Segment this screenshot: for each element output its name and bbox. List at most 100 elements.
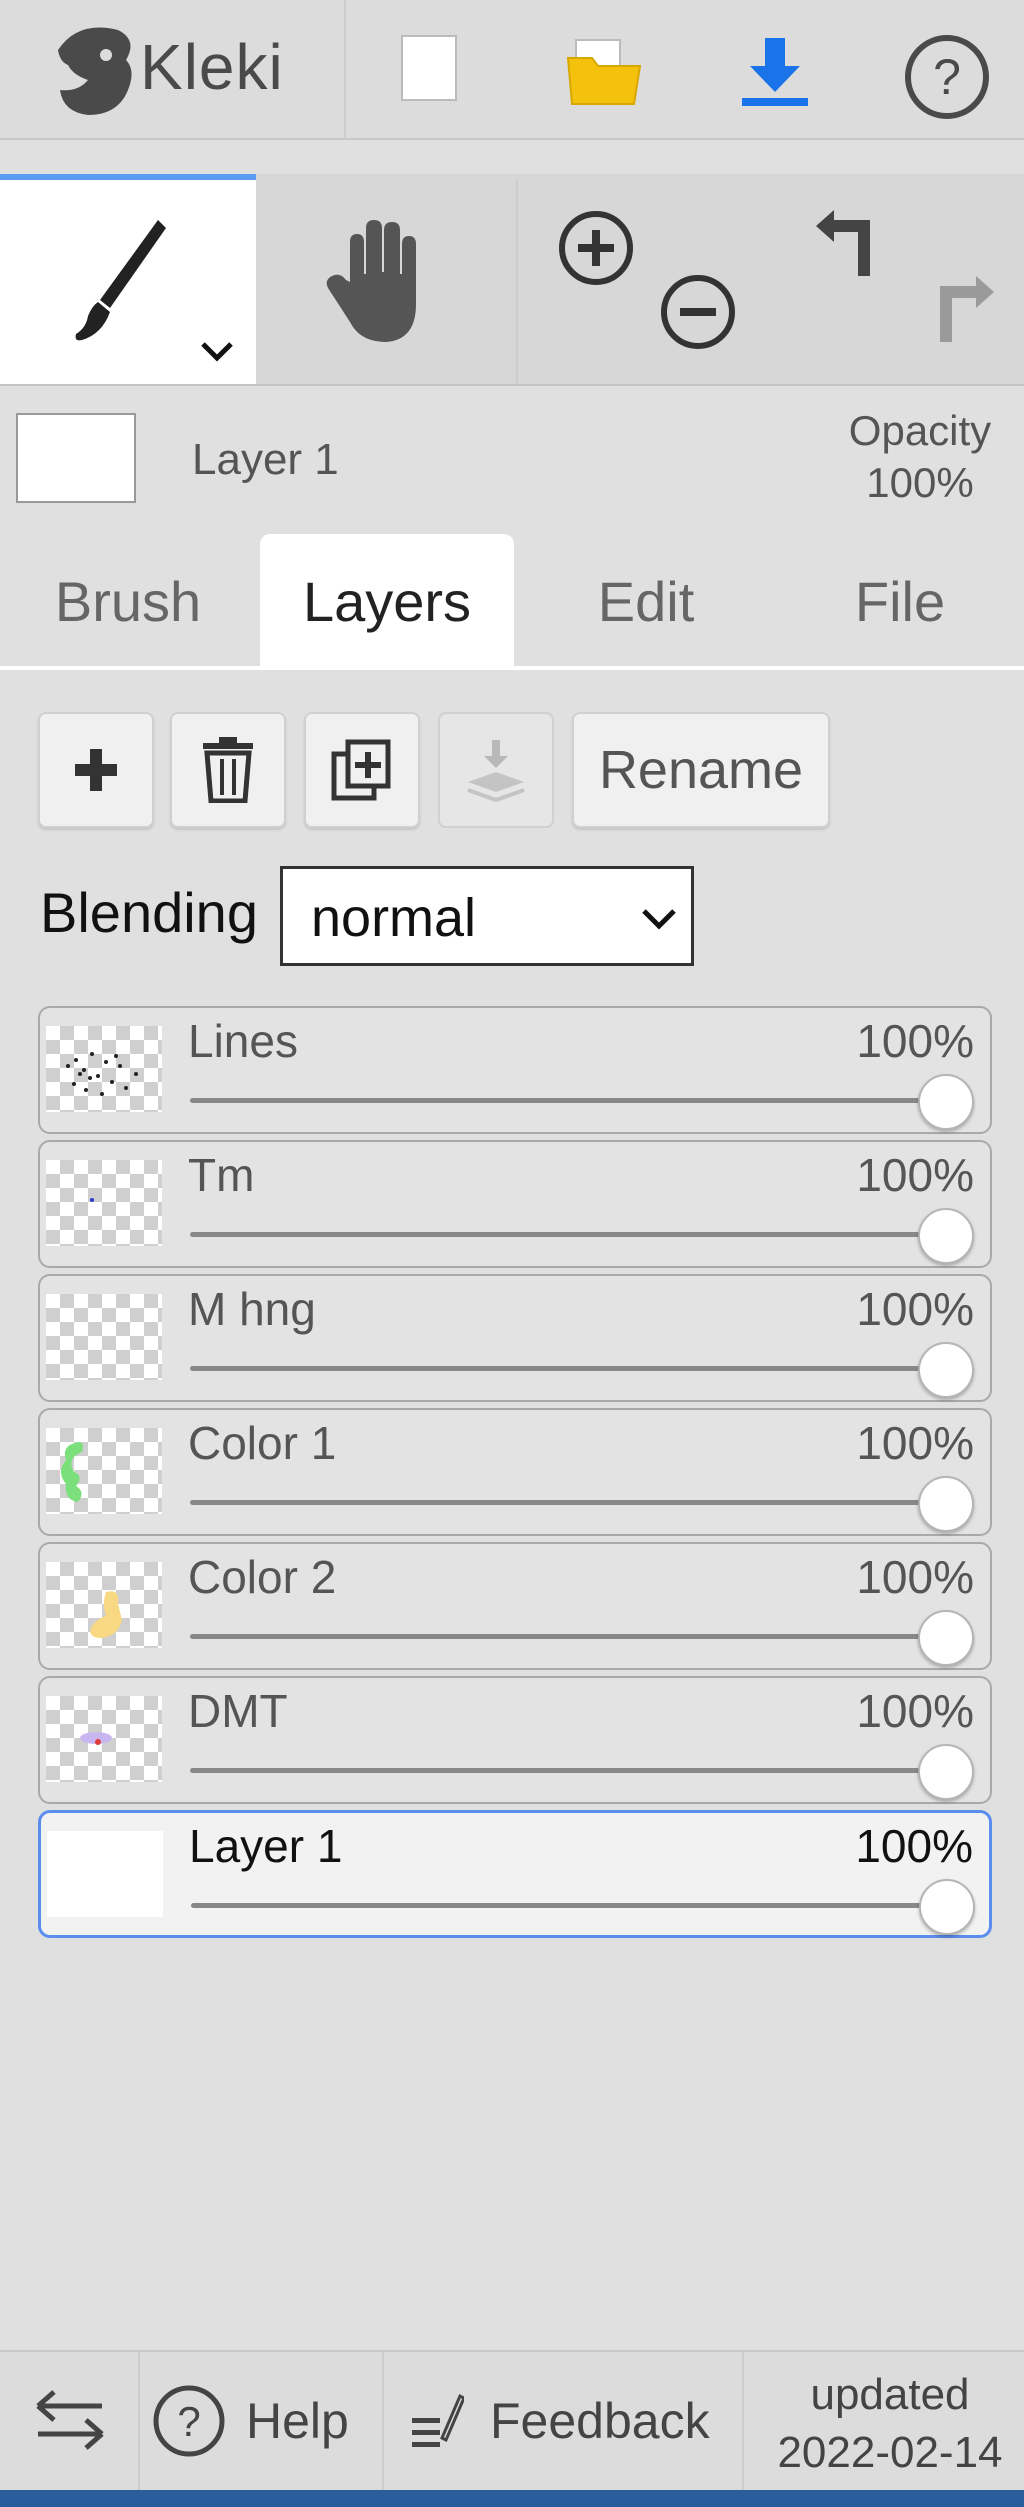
help-icon[interactable]: ? <box>902 32 992 122</box>
zoom-in-button[interactable] <box>556 208 636 288</box>
svg-text:?: ? <box>933 49 961 105</box>
layer-opacity: 100% <box>856 1015 974 1067</box>
merge-down-icon <box>467 740 525 802</box>
layer-thumbnail <box>46 1160 162 1246</box>
footer-divider <box>382 2352 384 2490</box>
layer-opacity-handle[interactable] <box>918 1476 974 1532</box>
opacity-control[interactable]: Opacity 100% <box>830 405 1010 509</box>
layer-opacity-slider[interactable] <box>190 1232 956 1237</box>
layer-opacity: 100% <box>856 1417 974 1469</box>
app-logo-text: Kleki <box>140 31 284 103</box>
layer-thumbnail <box>47 1831 163 1917</box>
layer-thumbnail <box>46 1696 162 1782</box>
zoom-out-icon <box>661 275 735 349</box>
delete-layer-button[interactable] <box>170 712 286 828</box>
layer-opacity-slider[interactable] <box>190 1366 956 1371</box>
chevron-down-icon <box>642 909 676 930</box>
svg-text:?: ? <box>177 2398 200 2445</box>
brush-tool-button[interactable] <box>0 174 256 384</box>
layer-item-color-1[interactable]: Color 1 100% <box>38 1408 992 1536</box>
layer-thumbnail <box>46 1294 162 1380</box>
opacity-label: Opacity <box>848 407 992 454</box>
tab-file[interactable]: File <box>776 534 1024 668</box>
layer-opacity-slider[interactable] <box>190 1634 956 1639</box>
duplicate-icon <box>331 739 391 801</box>
merge-down-button[interactable] <box>438 712 554 828</box>
layer-name: M hng <box>188 1283 316 1335</box>
layer-opacity-slider[interactable] <box>190 1098 956 1103</box>
kleki-logo-icon <box>48 20 138 120</box>
brush-icon <box>75 220 166 341</box>
window-bottom-edge <box>0 2490 1024 2507</box>
layer-item-m-hng[interactable]: M hng 100% <box>38 1274 992 1402</box>
layer-opacity: 100% <box>855 1820 973 1872</box>
layer-item-layer-1[interactable]: Layer 1 100% <box>38 1810 992 1938</box>
new-image-icon[interactable] <box>400 34 460 104</box>
trash-icon <box>203 737 253 803</box>
feedback-label: Feedback <box>490 2393 710 2449</box>
duplicate-layer-button[interactable] <box>304 712 420 828</box>
footer-divider <box>742 2352 744 2490</box>
chevron-down-icon[interactable] <box>200 340 234 364</box>
layer-name: Lines <box>188 1015 298 1067</box>
layer-opacity-slider[interactable] <box>190 1768 956 1773</box>
layer-opacity: 100% <box>856 1283 974 1335</box>
add-layer-button[interactable] <box>38 712 154 828</box>
redo-icon <box>940 276 994 342</box>
download-icon[interactable] <box>740 36 810 108</box>
layer-opacity-handle[interactable] <box>918 1342 974 1398</box>
undo-icon <box>816 210 870 276</box>
layer-name: DMT <box>188 1685 288 1737</box>
tab-layers[interactable]: Layers <box>260 534 514 668</box>
current-layer-name: Layer 1 <box>192 435 339 484</box>
help-label: Help <box>246 2393 349 2449</box>
rename-layer-button[interactable]: Rename <box>572 712 830 828</box>
blending-value: normal <box>311 888 477 948</box>
layer-opacity-slider[interactable] <box>191 1903 957 1908</box>
tabs-divider <box>0 666 1024 670</box>
layer-opacity-handle[interactable] <box>918 1610 974 1666</box>
layer-opacity: 100% <box>856 1149 974 1201</box>
layer-name: Tm <box>188 1149 255 1201</box>
layer-thumbnail <box>46 1026 162 1112</box>
layer-item-dmt[interactable]: DMT 100% <box>38 1676 992 1804</box>
layer-thumbnail <box>46 1428 162 1514</box>
tool-divider <box>516 178 518 384</box>
tab-edit[interactable]: Edit <box>520 534 772 668</box>
layer-name: Color 2 <box>188 1551 337 1603</box>
hand-icon <box>326 220 416 342</box>
zoom-in-icon <box>559 211 633 285</box>
footer-divider <box>138 2352 140 2490</box>
help-button[interactable]: ? Help <box>152 2384 372 2458</box>
updated-date: 2022-02-14 <box>777 2428 1003 2477</box>
layer-opacity: 100% <box>856 1551 974 1603</box>
layer-name: Color 1 <box>188 1417 337 1469</box>
redo-button[interactable] <box>918 272 998 348</box>
layer-thumbnail <box>46 1562 162 1648</box>
open-folder-icon[interactable] <box>566 36 642 106</box>
layer-name: Layer 1 <box>189 1820 343 1872</box>
updated-info: updated 2022-02-14 <box>760 2366 1020 2482</box>
blending-select[interactable]: normal <box>280 866 694 966</box>
undo-button[interactable] <box>812 206 892 282</box>
layer-item-color-2[interactable]: Color 2 100% <box>38 1542 992 1670</box>
layer-opacity-handle[interactable] <box>918 1744 974 1800</box>
layer-opacity-handle[interactable] <box>919 1879 975 1935</box>
toolbar-divider <box>344 0 346 138</box>
feedback-icon <box>412 2393 464 2447</box>
feedback-button[interactable]: Feedback <box>408 2384 738 2458</box>
hand-tool-button[interactable] <box>320 212 440 352</box>
plus-icon <box>75 749 117 791</box>
opacity-value: 100% <box>866 459 974 506</box>
layer-opacity-handle[interactable] <box>918 1208 974 1264</box>
layer-opacity-slider[interactable] <box>190 1500 956 1505</box>
layer-item-lines[interactable]: Lines 100% <box>38 1006 992 1134</box>
blending-label: Blending <box>40 881 258 944</box>
layer-preview-swatch[interactable] <box>16 413 136 503</box>
layer-opacity-handle[interactable] <box>918 1074 974 1130</box>
swap-icon[interactable] <box>34 2388 106 2452</box>
layer-item-tm[interactable]: Tm 100% <box>38 1140 992 1268</box>
updated-label: updated <box>810 2370 970 2419</box>
tab-brush[interactable]: Brush <box>0 534 256 668</box>
zoom-out-button[interactable] <box>658 272 738 352</box>
